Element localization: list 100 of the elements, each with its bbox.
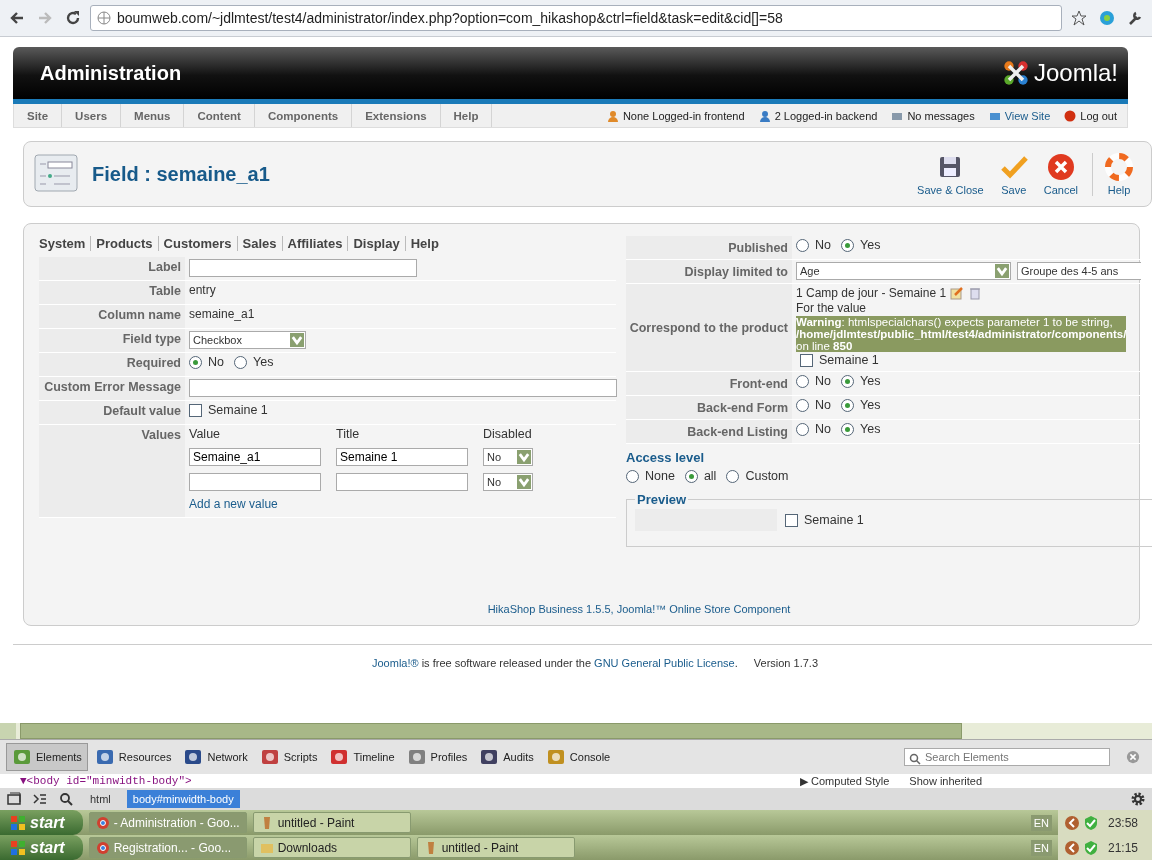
address-bar[interactable]: boumweb.com/~jdlmtest/test4/administrator/index.php?option=com_hikashop&ctrl=field&task=edit&cid[]=58 bbox=[90, 5, 1062, 31]
toolbar-button[interactable]: Cancel bbox=[1035, 152, 1086, 196]
menu-item[interactable]: Help bbox=[440, 104, 493, 127]
value-input[interactable] bbox=[189, 473, 321, 491]
browser-icon bbox=[95, 815, 110, 830]
checkbox-option[interactable]: Semaine 1 bbox=[785, 513, 864, 527]
horizontal-scrollbar[interactable] bbox=[0, 723, 1152, 739]
devtools-tab[interactable]: Scripts bbox=[254, 744, 323, 770]
section-link[interactable]: Sales bbox=[237, 236, 283, 251]
toolbar-button[interactable]: Save & Close bbox=[909, 152, 992, 196]
joomla-link[interactable]: Joomla!® bbox=[372, 657, 419, 669]
show-inherited-option[interactable]: Show inherited bbox=[909, 775, 983, 787]
radio-option[interactable]: Yes bbox=[841, 398, 881, 412]
section-link[interactable]: Display bbox=[348, 236, 406, 251]
wrench-icon[interactable] bbox=[1127, 10, 1143, 26]
value-input[interactable]: Semaine_a1 bbox=[189, 448, 321, 466]
radio-option[interactable]: No bbox=[796, 398, 831, 412]
menu-item[interactable]: Components bbox=[254, 104, 353, 127]
title-input[interactable] bbox=[336, 473, 468, 491]
menu-item[interactable]: Content bbox=[184, 104, 255, 127]
taskbar-button[interactable]: untitled - Paint bbox=[416, 837, 575, 858]
radio-option[interactable]: No bbox=[796, 374, 831, 388]
devtools-tab[interactable]: Resources bbox=[89, 744, 177, 770]
dom-node[interactable]: ▼<body id="minwidth-body"> bbox=[20, 775, 780, 787]
lifebuoy-icon bbox=[1105, 152, 1133, 181]
add-value-link[interactable]: Add a new value bbox=[189, 497, 533, 511]
component-footer-link[interactable]: HikaShop Business 1.5.5, Joomla!™ Online Store Component bbox=[487, 603, 791, 615]
toolbar-button[interactable]: Save bbox=[991, 152, 1036, 196]
search-field[interactable]: Search Elements bbox=[904, 748, 1110, 766]
radio-option[interactable]: Yes bbox=[841, 422, 881, 436]
field-label: Default value bbox=[39, 401, 185, 424]
status-icon bbox=[758, 109, 771, 122]
radio-option[interactable]: No bbox=[189, 355, 224, 369]
limit-select[interactable]: Age bbox=[796, 262, 1011, 280]
section-link[interactable]: Affiliates bbox=[282, 236, 349, 251]
devtools-tab[interactable]: Profiles bbox=[401, 744, 473, 770]
section-link[interactable]: Customers bbox=[158, 236, 238, 251]
error-message-input[interactable] bbox=[189, 379, 617, 397]
label-input[interactable] bbox=[189, 259, 417, 277]
shield-icon[interactable] bbox=[1082, 839, 1099, 856]
shield-icon[interactable] bbox=[1082, 814, 1099, 831]
devtools-tab[interactable]: Console bbox=[540, 744, 616, 770]
star-icon[interactable] bbox=[1071, 10, 1087, 26]
computed-style-header[interactable]: ▶ Computed Style bbox=[800, 774, 890, 788]
devtools-tab[interactable]: Network bbox=[178, 744, 253, 770]
devtools-tab[interactable]: Timeline bbox=[324, 744, 400, 770]
start-button[interactable]: start bbox=[0, 835, 83, 860]
menu-item[interactable]: Extensions bbox=[352, 104, 441, 127]
group-select[interactable]: Groupe des 4-5 ans bbox=[1017, 262, 1141, 280]
radio-option[interactable]: Yes bbox=[841, 238, 881, 252]
start-button[interactable]: start bbox=[0, 810, 83, 835]
radio-option[interactable]: No bbox=[796, 422, 831, 436]
status-label[interactable]: Log out bbox=[1080, 109, 1117, 122]
status-label[interactable]: View Site bbox=[1004, 109, 1051, 122]
breadcrumb-item[interactable]: body#minwidth-body bbox=[126, 790, 240, 808]
section-link[interactable]: System bbox=[39, 236, 92, 251]
trash-icon[interactable] bbox=[968, 286, 983, 300]
breadcrumb-item[interactable]: html bbox=[84, 790, 117, 808]
radio-option[interactable]: all bbox=[684, 469, 717, 483]
field-label: Custom Error Message bbox=[39, 377, 185, 400]
license-link[interactable]: GNU General Public License bbox=[594, 657, 735, 669]
field-label: Column name bbox=[39, 305, 185, 328]
field-type-select[interactable]: Checkbox bbox=[189, 331, 306, 349]
menu-item[interactable]: Site bbox=[14, 104, 63, 127]
back-icon[interactable] bbox=[9, 10, 25, 26]
checkbox-option[interactable]: Semaine 1 bbox=[189, 403, 268, 417]
checkbox-option[interactable]: Semaine 1 bbox=[800, 353, 1127, 367]
menu-item[interactable]: Users bbox=[62, 104, 122, 127]
dock-icon[interactable] bbox=[6, 791, 22, 807]
title-input[interactable]: Semaine 1 bbox=[336, 448, 468, 466]
section-link[interactable]: Help bbox=[405, 236, 444, 251]
section-link[interactable]: Products bbox=[91, 236, 159, 251]
devtools-tab[interactable]: Elements bbox=[6, 743, 88, 771]
field-label: Front-end bbox=[626, 372, 792, 395]
forward-icon[interactable] bbox=[37, 10, 53, 26]
close-icon[interactable] bbox=[1126, 750, 1140, 764]
access-level-title: Access level bbox=[626, 450, 706, 465]
panel-icon bbox=[545, 747, 566, 767]
clock: 21:15 bbox=[1107, 840, 1138, 855]
radio-option[interactable]: None bbox=[626, 469, 675, 483]
field-label: Back-end Listing bbox=[626, 420, 792, 443]
menu-item[interactable]: Menus bbox=[121, 104, 185, 127]
taskbar-button[interactable]: Downloads bbox=[252, 837, 411, 858]
radio-option[interactable]: Yes bbox=[841, 374, 881, 388]
settings-icon[interactable] bbox=[1130, 791, 1146, 807]
status-label: 2 Logged-in backend bbox=[774, 109, 878, 122]
reload-icon[interactable] bbox=[65, 10, 81, 26]
taskbar-button[interactable]: untitled - Paint bbox=[252, 812, 411, 833]
toolbar-button[interactable]: Help bbox=[1092, 152, 1141, 196]
field-label: Table bbox=[39, 281, 185, 304]
panel-icon bbox=[12, 747, 32, 767]
radio-option[interactable]: Yes bbox=[234, 355, 274, 369]
radio-option[interactable]: Custom bbox=[726, 469, 789, 483]
search-icon[interactable] bbox=[58, 791, 74, 807]
extension-icon[interactable] bbox=[1099, 10, 1115, 26]
product-name: 1 Camp de jour - Semaine 1 bbox=[796, 286, 947, 300]
console-toggle-icon[interactable] bbox=[32, 791, 48, 807]
devtools-tab[interactable]: Audits bbox=[474, 744, 539, 770]
edit-icon[interactable] bbox=[950, 286, 965, 300]
radio-option[interactable]: No bbox=[796, 238, 831, 252]
